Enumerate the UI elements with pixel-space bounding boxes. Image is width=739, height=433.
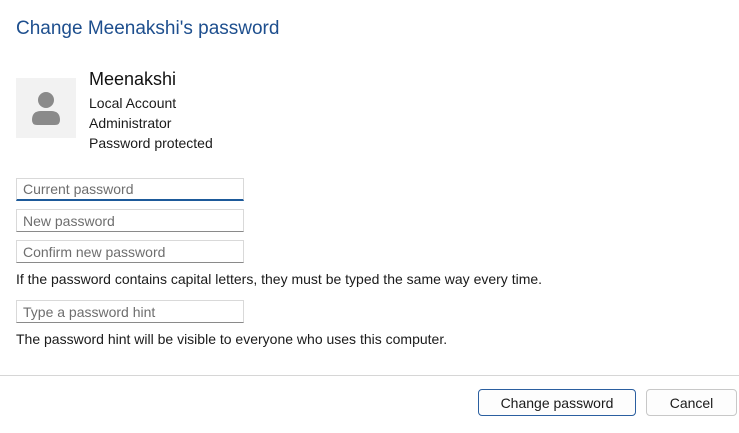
account-type: Local Account <box>89 95 177 111</box>
account-role: Administrator <box>89 115 172 131</box>
password-hint-note: The password hint will be visible to eve… <box>16 331 448 347</box>
new-password-field[interactable] <box>16 209 244 232</box>
confirm-password-field[interactable] <box>16 240 244 263</box>
footer-divider <box>0 375 739 376</box>
password-hint-field[interactable] <box>16 300 244 323</box>
account-status: Password protected <box>89 135 213 151</box>
user-silhouette-icon <box>32 92 60 125</box>
capital-letters-note: If the password contains capital letters… <box>16 271 543 287</box>
avatar <box>16 78 76 138</box>
dialog-title: Change Meenakshi's password <box>16 18 280 39</box>
cancel-button[interactable]: Cancel <box>646 389 737 416</box>
change-password-button[interactable]: Change password <box>478 389 636 416</box>
current-password-field[interactable] <box>16 178 244 201</box>
account-name: Meenakshi <box>89 69 177 89</box>
